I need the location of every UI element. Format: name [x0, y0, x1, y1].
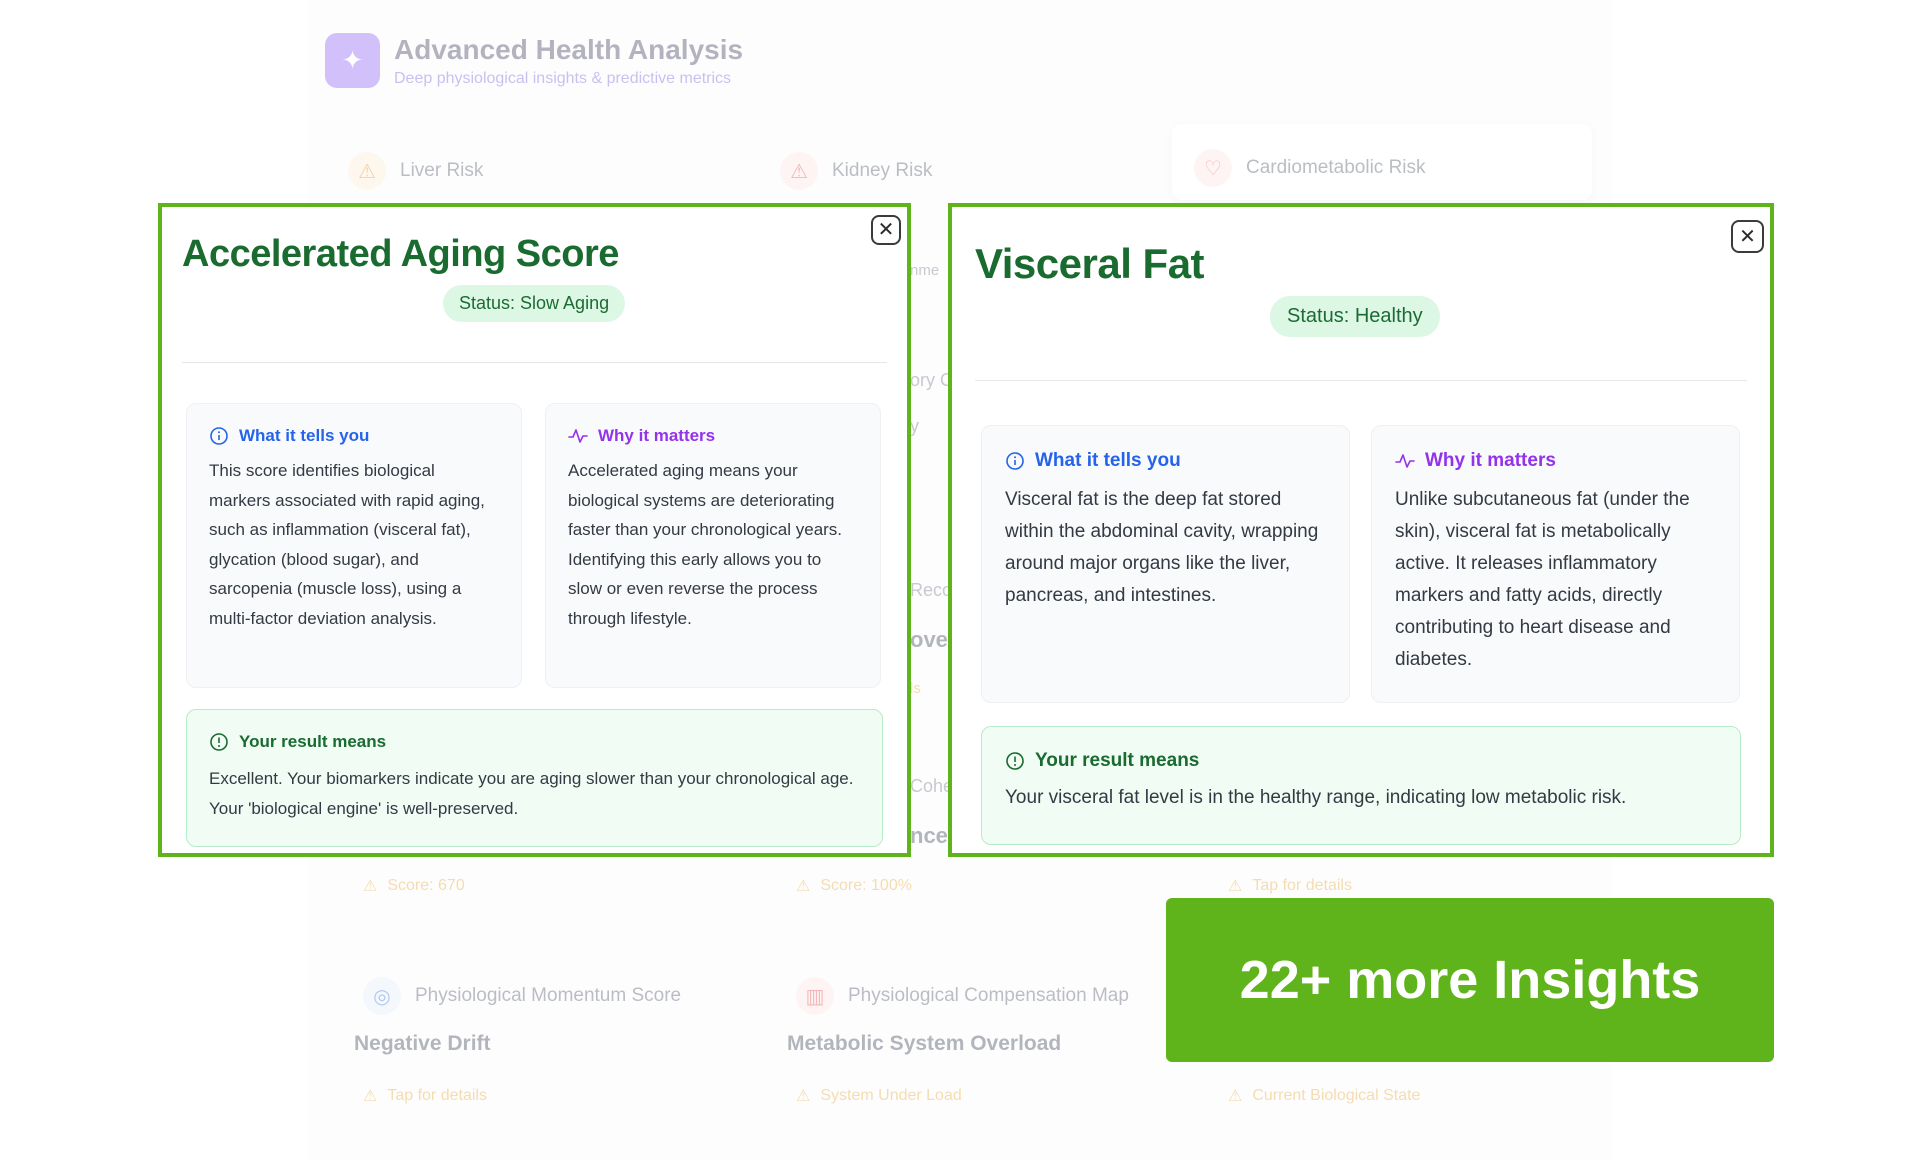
partial-text: nme [910, 262, 940, 279]
liver-risk-label: Liver Risk [400, 160, 484, 181]
tap-details-note: ⚠ Tap for details [1228, 877, 1352, 895]
close-icon: ✕ [877, 219, 895, 241]
alert-circle-icon [210, 733, 228, 751]
screen: ✦ Advanced Health Analysis Deep physiolo… [0, 0, 1920, 1160]
warning-icon: ⚠ [796, 1088, 811, 1105]
dashboard-header: ✦ Advanced Health Analysis Deep physiolo… [325, 33, 743, 88]
why-heading: Why it matters [1425, 450, 1556, 471]
kidney-risk-label: Kidney Risk [832, 160, 933, 181]
why-heading-row: Why it matters [568, 426, 858, 446]
result-box: Your result means Your visceral fat leve… [981, 726, 1741, 845]
partial-text: Cohe [910, 776, 954, 796]
partial-text: Reco [910, 580, 953, 600]
warning-icon: ⚠ [363, 878, 378, 895]
why-text: Unlike subcutaneous fat (under the skin)… [1395, 489, 1690, 670]
warning-icon: ⚠ [363, 1088, 378, 1105]
close-button[interactable]: ✕ [1731, 220, 1764, 253]
what-text: Visceral fat is the deep fat stored with… [1005, 489, 1319, 606]
warning-icon: ⚠ [796, 878, 811, 895]
aging-score-modal: ✕ Accelerated Aging Score Status: Slow A… [158, 203, 911, 857]
alert-circle-icon [1006, 752, 1024, 770]
close-icon: ✕ [1739, 225, 1756, 248]
compensation-value: Metabolic System Overload [787, 1032, 1062, 1055]
info-icon [210, 427, 228, 445]
system-under-load-note: ⚠ System Under Load [796, 1087, 962, 1105]
tap-details-note: ⚠ Tap for details [363, 1087, 487, 1105]
compass-icon: ◎ [363, 977, 401, 1015]
more-insights-banner[interactable]: 22+ more Insights [1166, 898, 1774, 1062]
activity-icon [568, 429, 588, 443]
partial-text: ory C [910, 370, 954, 390]
why-text: Accelerated aging means your biological … [568, 461, 843, 628]
why-heading-row: Why it matters [1395, 450, 1716, 472]
what-heading: What it tells you [1035, 450, 1181, 471]
info-icon [1006, 452, 1024, 470]
modal-title: Accelerated Aging Score [182, 233, 619, 275]
why-it-matters-box: Why it matters Accelerated aging means y… [545, 403, 881, 688]
what-it-tells-you-box: What it tells you Visceral fat is the de… [981, 425, 1350, 703]
activity-icon [1395, 454, 1415, 468]
current-state-note: ⚠ Current Biological State [1228, 1087, 1421, 1105]
kidney-risk-card[interactable]: ⚠ Kidney Risk [780, 152, 932, 190]
result-text: Excellent. Your biomarkers indicate you … [209, 769, 854, 818]
status-badge: Status: Healthy [1270, 296, 1440, 337]
result-text: Your visceral fat level is in the health… [1005, 787, 1627, 808]
partial-text: ls [910, 680, 921, 697]
result-heading-row: Your result means [209, 732, 860, 752]
partial-text: ove [910, 627, 948, 652]
dashboard-subtitle: Deep physiological insights & predictive… [394, 69, 732, 87]
what-heading-row: What it tells you [1005, 450, 1326, 472]
divider [975, 380, 1747, 381]
score-670-note: ⚠ Score: 670 [363, 877, 465, 895]
visceral-fat-modal: ✕ Visceral Fat Status: Healthy What it t… [948, 203, 1774, 857]
partial-text: y [910, 416, 919, 436]
momentum-value: Negative Drift [354, 1032, 491, 1055]
momentum-score-label: Physiological Momentum Score [415, 985, 682, 1006]
warning-icon: ⚠ [348, 152, 386, 190]
liver-risk-card[interactable]: ⚠ Liver Risk [348, 152, 483, 190]
partial-text: nce [910, 823, 948, 848]
dashboard-title: Advanced Health Analysis [394, 33, 744, 65]
why-heading: Why it matters [598, 426, 716, 445]
heart-pulse-icon: ♡ [1194, 149, 1232, 187]
what-it-tells-you-box: What it tells you This score identifies … [186, 403, 522, 688]
modal-title: Visceral Fat [975, 240, 1205, 287]
score-100-note: ⚠ Score: 100% [796, 877, 912, 895]
momentum-score-card[interactable]: ◎ Physiological Momentum Score [363, 977, 681, 1015]
map-icon: ▥ [796, 977, 834, 1015]
status-badge: Status: Slow Aging [443, 285, 626, 322]
why-it-matters-box: Why it matters Unlike subcutaneous fat (… [1371, 425, 1740, 703]
close-button[interactable]: ✕ [871, 215, 901, 245]
divider [182, 362, 887, 363]
cardiometabolic-risk-label: Cardiometabolic Risk [1246, 157, 1426, 178]
result-heading-row: Your result means [1005, 750, 1717, 772]
warning-icon: ⚠ [1228, 1088, 1243, 1105]
what-heading: What it tells you [239, 426, 370, 445]
compensation-map-label: Physiological Compensation Map [848, 985, 1129, 1006]
result-heading: Your result means [1035, 750, 1200, 771]
result-heading: Your result means [239, 732, 387, 751]
what-text: This score identifies biological markers… [209, 461, 485, 628]
compensation-map-card[interactable]: ▥ Physiological Compensation Map [796, 977, 1129, 1015]
warning-icon: ⚠ [780, 152, 818, 190]
what-heading-row: What it tells you [209, 426, 499, 446]
warning-icon: ⚠ [1228, 878, 1243, 895]
cardiometabolic-risk-label-row: ♡ Cardiometabolic Risk [1194, 149, 1426, 187]
result-box: Your result means Excellent. Your biomar… [186, 709, 883, 847]
sparkle-icon: ✦ [325, 33, 380, 88]
